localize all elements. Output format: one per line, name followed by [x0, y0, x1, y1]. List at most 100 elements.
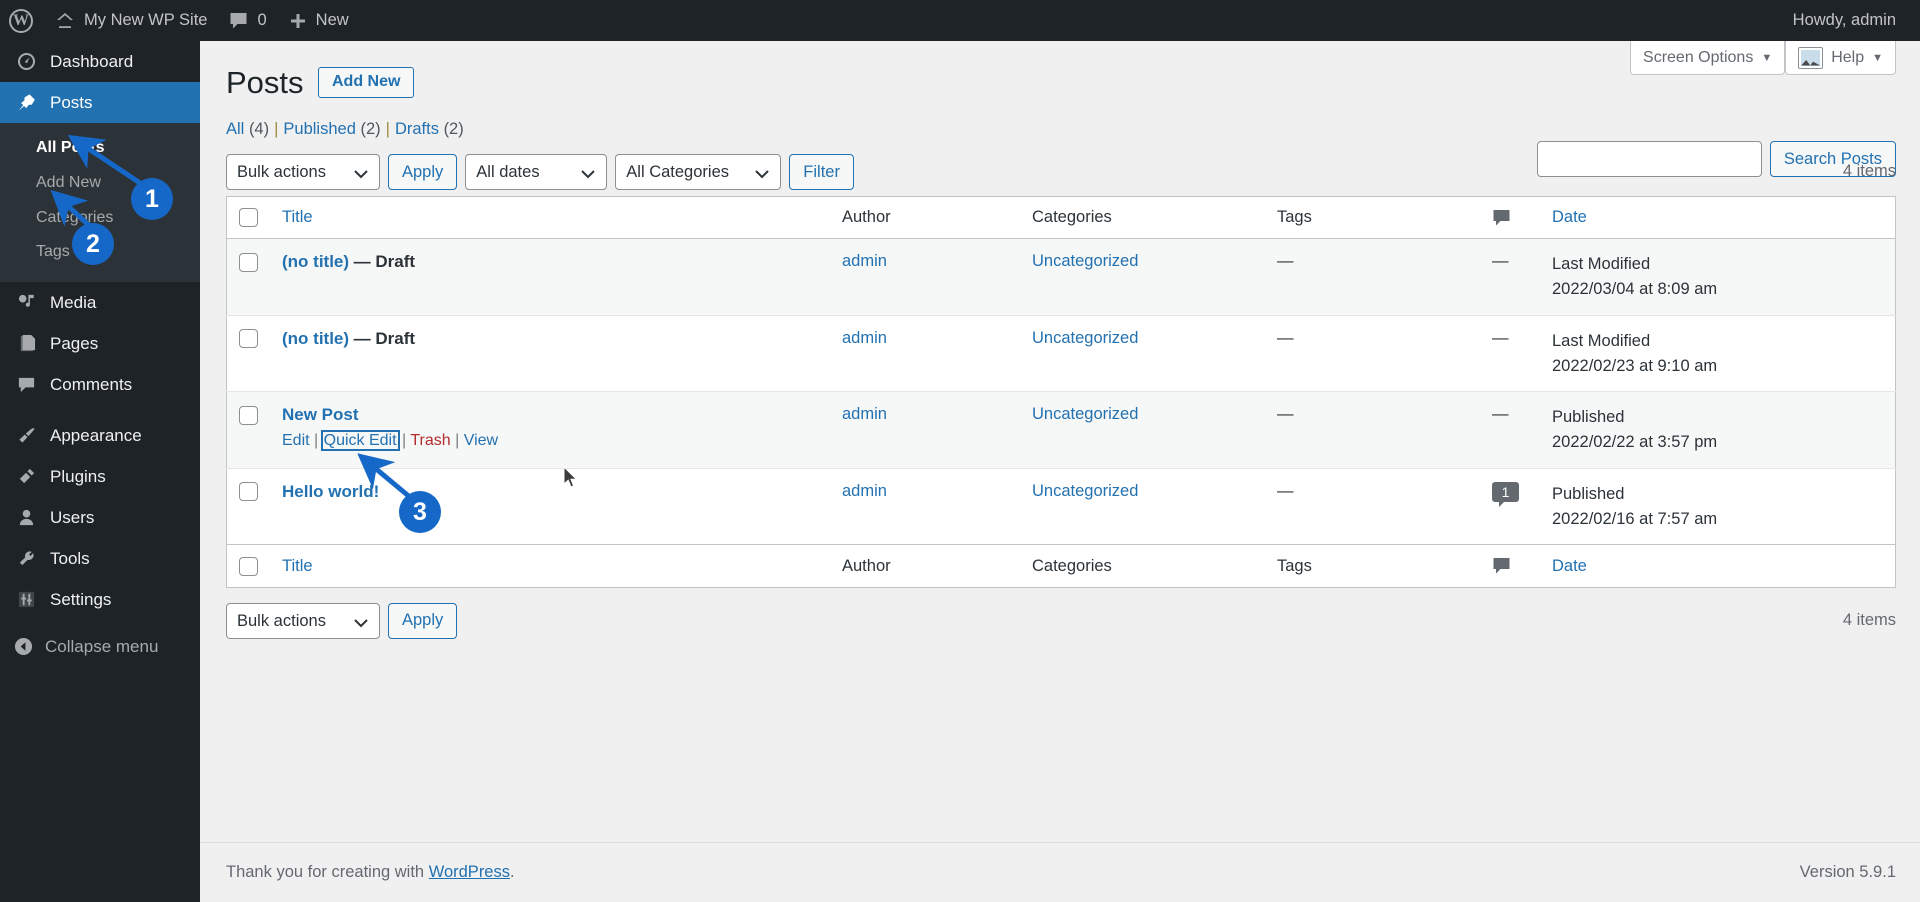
column-footer-author: Author [830, 544, 1020, 588]
row-checkbox[interactable] [239, 252, 258, 272]
column-header-author-label: Author [842, 208, 891, 227]
comments-count: 0 [257, 11, 267, 29]
select-all-header [226, 196, 270, 240]
column-footer-date-link[interactable]: Date [1552, 557, 1587, 575]
table-head: Title Author Categories Tags Date [226, 196, 1896, 240]
collapse-menu-button[interactable]: Collapse menu [0, 626, 200, 667]
column-header-date[interactable]: Date [1540, 196, 1896, 240]
column-footer-comments[interactable] [1480, 544, 1540, 588]
row-title-cell: New Post Edit | Quick Edit | Trash | Vie… [270, 392, 830, 469]
category-link[interactable]: Uncategorized [1032, 405, 1138, 423]
filter-published[interactable]: Published (2) [283, 120, 380, 138]
author-link[interactable]: admin [842, 482, 887, 500]
column-header-title[interactable]: Title [270, 196, 830, 240]
bulk-actions-select-bottom[interactable]: Bulk actions [226, 602, 380, 639]
select-all-checkbox[interactable] [239, 208, 258, 228]
row-author-cell: admin [830, 468, 1020, 545]
filter-drafts-link[interactable]: Drafts [395, 120, 439, 138]
category-link[interactable]: Uncategorized [1032, 329, 1138, 347]
sidebar-item-posts[interactable]: Posts [0, 82, 208, 123]
apply-button-top[interactable]: Apply [388, 154, 458, 191]
column-header-comments[interactable] [1480, 196, 1540, 240]
wp-version: Version 5.9.1 [1799, 863, 1896, 881]
admin-bar: W My New WP Site 0 New Howdy, admin [0, 0, 1920, 41]
filter-all[interactable]: All (4) [226, 120, 269, 138]
post-title-link[interactable]: New Post [282, 405, 359, 424]
view-link[interactable]: View [464, 432, 498, 449]
row-tags-cell: — [1277, 481, 1294, 500]
column-footer-date[interactable]: Date [1540, 544, 1896, 588]
help-toggle[interactable]: Help ▼ [1785, 41, 1896, 75]
edit-link[interactable]: Edit [282, 432, 310, 449]
collapse-arrow-icon [14, 637, 33, 656]
sidebar-item-settings[interactable]: Settings [0, 579, 200, 620]
column-header-tags-label: Tags [1277, 208, 1312, 227]
screen-options-label: Screen Options [1643, 48, 1754, 66]
screen-options-toggle[interactable]: Screen Options ▼ [1630, 41, 1786, 75]
column-footer-title-link[interactable]: Title [282, 557, 313, 575]
date-value: 2022/02/22 at 3:57 pm [1552, 433, 1718, 452]
comment-bubble-icon [229, 12, 248, 30]
row-comments-cell: — [1492, 328, 1509, 347]
column-footer-categories-label: Categories [1032, 556, 1112, 575]
sidebar-item-pages[interactable]: Pages [0, 323, 200, 364]
wordpress-link[interactable]: WordPress [429, 863, 510, 881]
date-value: 2022/03/04 at 8:09 am [1552, 280, 1718, 299]
my-account-menu[interactable]: Howdy, admin [1793, 11, 1920, 30]
bulk-actions-select[interactable]: Bulk actions [226, 154, 380, 191]
filter-all-count: (4) [248, 120, 270, 139]
column-header-date-link[interactable]: Date [1552, 208, 1587, 226]
sidebar-separator [0, 405, 200, 415]
new-content-menu[interactable]: New [278, 0, 360, 41]
row-author-cell: admin [830, 392, 1020, 469]
post-title-link[interactable]: Hello world! [282, 482, 379, 501]
sidebar-item-comments[interactable]: Comments [0, 364, 200, 405]
filter-published-link[interactable]: Published [283, 120, 355, 138]
comments-menu[interactable]: 0 [218, 0, 277, 41]
add-new-button[interactable]: Add New [317, 67, 415, 98]
author-link[interactable]: admin [842, 252, 887, 270]
row-checkbox[interactable] [239, 482, 258, 502]
category-filter-select[interactable]: All Categories [615, 154, 782, 191]
column-header-title-link[interactable]: Title [282, 208, 313, 226]
sidebar-item-label: Media [50, 292, 97, 312]
date-status: Published [1552, 484, 1625, 503]
wp-logo-menu[interactable]: W [0, 0, 44, 41]
quick-edit-link[interactable]: Quick Edit [320, 430, 400, 452]
action-separator: | [402, 432, 407, 450]
apply-button-bottom[interactable]: Apply [388, 602, 458, 639]
chevron-down-icon: ▼ [1761, 51, 1773, 64]
sidebar-item-dashboard[interactable]: Dashboard [0, 41, 200, 82]
row-date-cell: Published 2022/02/16 at 7:57 am [1540, 468, 1896, 545]
column-footer-title[interactable]: Title [270, 544, 830, 588]
author-link[interactable]: admin [842, 405, 887, 423]
annotation-badge-1: 1 [131, 178, 173, 220]
post-status-filters: All (4) | Published (2) | Drafts (2) [226, 120, 1896, 139]
trash-link[interactable]: Trash [410, 432, 450, 449]
select-all-checkbox-footer[interactable] [239, 556, 258, 576]
author-link[interactable]: admin [842, 329, 887, 347]
user-icon [14, 508, 38, 527]
filter-all-link[interactable]: All [226, 120, 244, 138]
row-tags-cell: — [1277, 405, 1294, 424]
post-title-link[interactable]: (no title) [282, 329, 349, 348]
sidebar-item-users[interactable]: Users [0, 497, 200, 538]
sidebar-item-appearance[interactable]: Appearance [0, 415, 200, 456]
category-link[interactable]: Uncategorized [1032, 252, 1138, 270]
wordpress-logo-icon: W [9, 8, 33, 33]
sidebar-subitem-all-posts[interactable]: All Posts [0, 131, 200, 166]
row-checkbox[interactable] [239, 405, 258, 425]
post-title-link[interactable]: (no title) [282, 252, 349, 271]
image-icon [1798, 46, 1824, 69]
category-link[interactable]: Uncategorized [1032, 482, 1138, 500]
sidebar-item-media[interactable]: Media [0, 282, 200, 323]
sidebar-item-tools[interactable]: Tools [0, 538, 200, 579]
sidebar-item-plugins[interactable]: Plugins [0, 456, 200, 497]
date-filter-select[interactable]: All dates [465, 154, 608, 191]
row-checkbox[interactable] [239, 329, 258, 349]
site-name-menu[interactable]: My New WP Site [44, 0, 218, 41]
comment-count-badge[interactable]: 1 [1492, 481, 1519, 507]
sidebar-item-label: Appearance [50, 425, 142, 445]
filter-button[interactable]: Filter [789, 154, 854, 191]
filter-drafts[interactable]: Drafts (2) [395, 120, 464, 138]
